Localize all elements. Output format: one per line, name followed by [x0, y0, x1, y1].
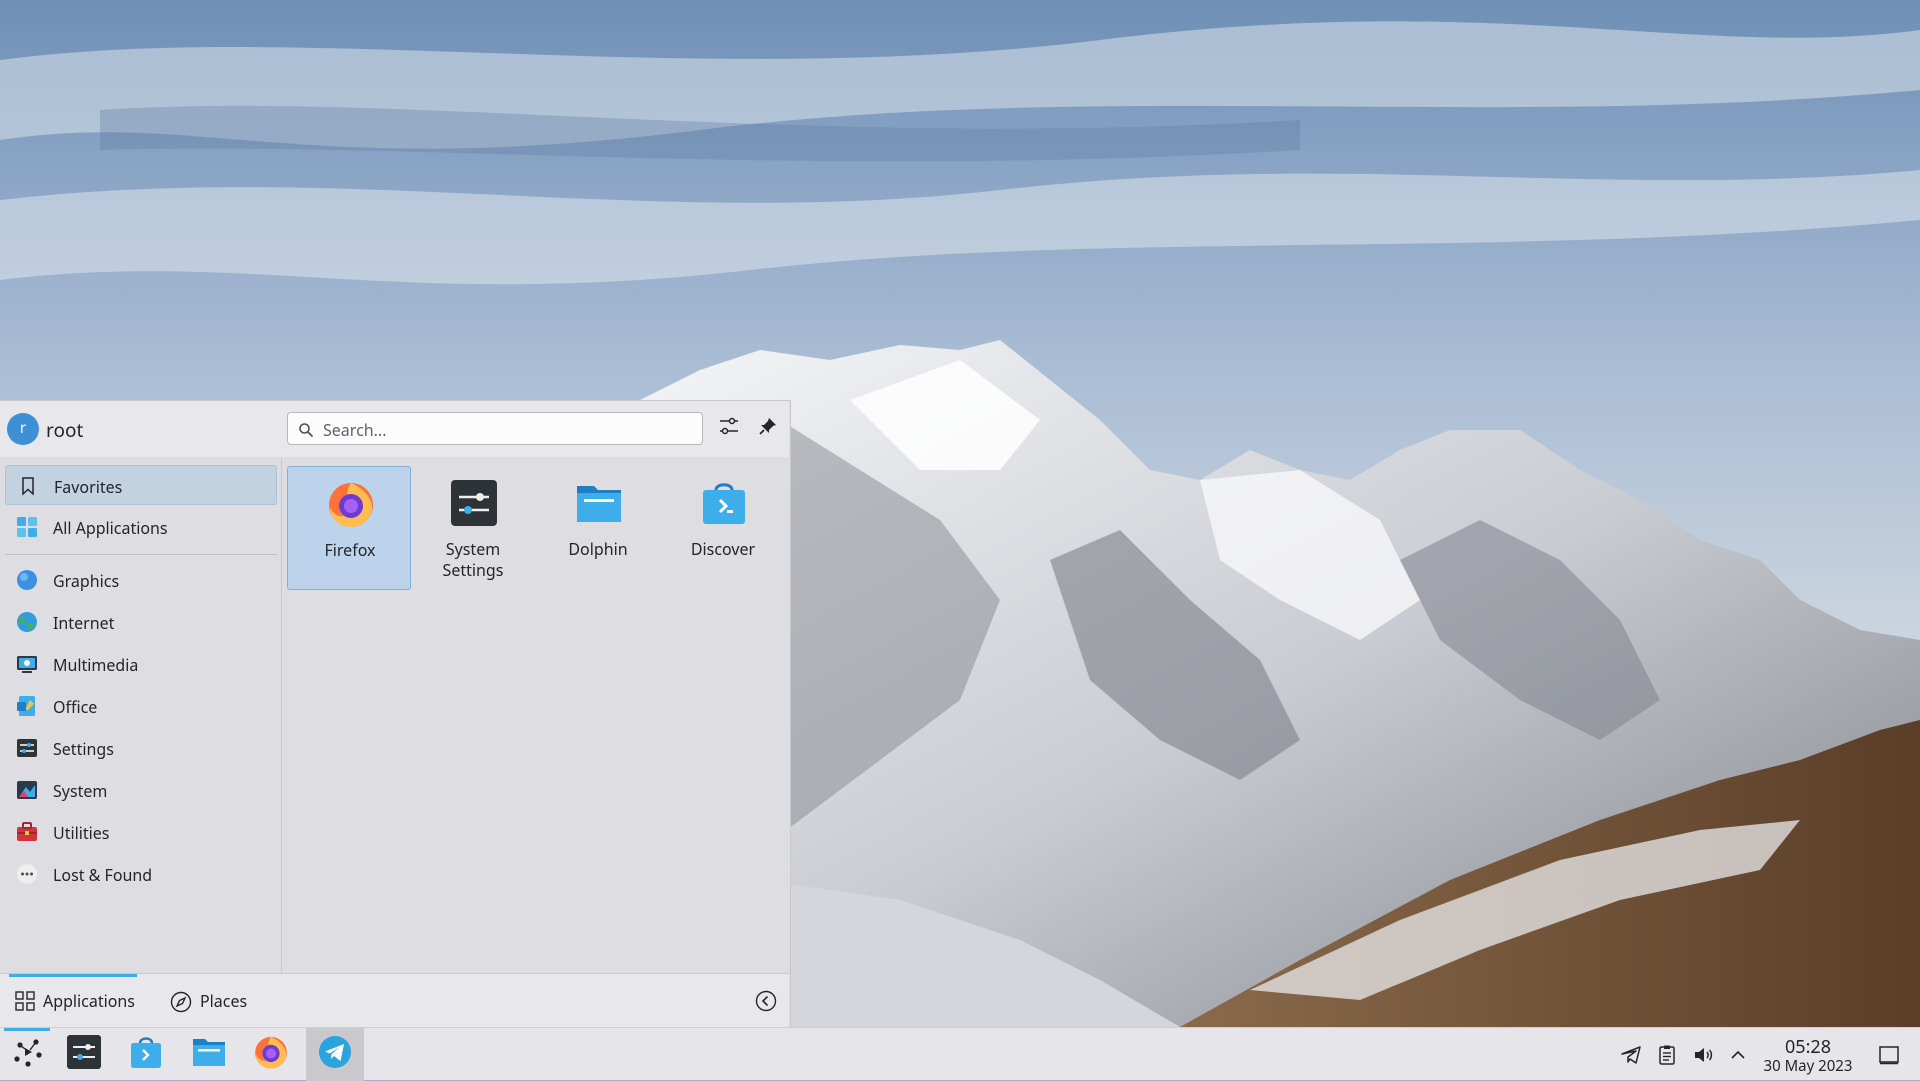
application-launcher-icon	[11, 1035, 45, 1074]
sidebar-item-label: Utilities	[53, 822, 110, 844]
tab-label: Applications	[43, 990, 135, 1012]
configure-icon	[718, 415, 740, 442]
application-launcher-menu: r root Favorites All Applications	[0, 400, 791, 1027]
tab-places[interactable]: Places	[167, 974, 267, 1027]
sidebar-item-label: Office	[53, 696, 98, 718]
lost-found-icon	[16, 863, 38, 885]
pin-button[interactable]	[753, 413, 783, 443]
system-settings-icon	[66, 1034, 102, 1075]
configure-button[interactable]	[714, 413, 744, 443]
user-name: root	[46, 417, 84, 443]
sidebar-item-graphics[interactable]: Graphics	[5, 560, 277, 600]
app-label: Firefox	[324, 539, 376, 561]
sidebar-item-office[interactable]: Office	[5, 686, 277, 726]
category-sidebar: Favorites All Applications Graphics Inte…	[0, 458, 282, 974]
taskbar-discover[interactable]	[118, 1028, 174, 1081]
search-field[interactable]	[287, 412, 703, 445]
firefox-icon	[253, 1034, 289, 1075]
search-icon	[298, 421, 314, 443]
bookmark-icon	[17, 475, 39, 497]
taskbar-firefox[interactable]	[243, 1028, 299, 1081]
discover-icon	[128, 1034, 164, 1075]
tab-label: Places	[200, 990, 248, 1012]
telegram-tray-icon[interactable]	[1620, 1044, 1642, 1066]
sidebar-item-multimedia[interactable]: Multimedia	[5, 644, 277, 684]
internet-globe-icon	[16, 611, 38, 633]
telegram-icon	[318, 1035, 352, 1074]
app-label: Dolphin	[568, 538, 628, 560]
app-label: Discover	[690, 538, 756, 560]
app-tile-discover[interactable]: Discover	[661, 466, 785, 590]
sidebar-item-settings[interactable]: Settings	[5, 728, 277, 768]
taskbar-panel: 05:28 30 May 2023	[0, 1027, 1920, 1081]
sidebar-item-utilities[interactable]: Utilities	[5, 812, 277, 852]
sidebar-item-lost-found[interactable]: Lost & Found	[5, 854, 277, 894]
office-icon	[16, 695, 38, 717]
launcher-active-indicator	[4, 1028, 50, 1031]
clipboard-icon[interactable]	[1656, 1044, 1678, 1066]
volume-icon[interactable]	[1692, 1044, 1714, 1066]
settings-icon	[16, 737, 38, 759]
sidebar-item-favorites[interactable]: Favorites	[5, 465, 277, 505]
dolphin-folder-icon	[191, 1034, 227, 1075]
sidebar-item-system[interactable]: System	[5, 770, 277, 810]
active-tab-indicator	[9, 974, 137, 977]
sidebar-divider	[5, 554, 277, 555]
taskbar-telegram[interactable]	[306, 1028, 364, 1081]
dolphin-folder-icon	[574, 478, 624, 528]
app-tile-dolphin[interactable]: Dolphin	[536, 466, 660, 590]
sidebar-item-internet[interactable]: Internet	[5, 602, 277, 642]
chevron-circle-left-icon	[754, 990, 778, 1018]
firefox-icon	[326, 479, 376, 529]
launcher-footer: Applications Places	[0, 973, 789, 1027]
search-input[interactable]	[321, 416, 695, 443]
clock-date[interactable]: 30 May 2023	[1756, 1056, 1860, 1076]
app-tile-firefox[interactable]: Firefox	[287, 466, 411, 590]
sidebar-item-label: Multimedia	[53, 654, 139, 676]
tray-expand-arrow-icon[interactable]	[1727, 1044, 1749, 1066]
sidebar-item-label: Internet	[53, 612, 115, 634]
system-settings-icon	[449, 478, 499, 528]
sidebar-item-label: System	[53, 780, 108, 802]
app-grid-icon	[16, 516, 38, 538]
show-desktop-icon[interactable]	[1878, 1044, 1900, 1066]
discover-icon	[699, 478, 749, 528]
sidebar-item-label: Settings	[53, 738, 114, 760]
utilities-icon	[16, 821, 38, 843]
favorites-grid: Firefox System Settings Dolphin Discover	[286, 458, 786, 974]
tab-applications[interactable]: Applications	[9, 974, 137, 1027]
app-label: System Settings	[442, 538, 504, 581]
pin-icon	[758, 416, 778, 441]
application-launcher-button[interactable]	[0, 1028, 56, 1081]
compass-icon	[170, 991, 192, 1018]
sidebar-item-label: Favorites	[54, 476, 123, 498]
app-tile-system-settings[interactable]: System Settings	[411, 466, 535, 590]
multimedia-icon	[16, 653, 38, 675]
power-options-toggle[interactable]	[754, 989, 778, 1013]
avatar[interactable]: r	[7, 413, 39, 445]
taskbar-dolphin[interactable]	[181, 1028, 237, 1081]
sidebar-item-label: Graphics	[53, 570, 120, 592]
taskbar-system-settings[interactable]	[56, 1028, 112, 1081]
sidebar-item-all-applications[interactable]: All Applications	[5, 507, 277, 547]
graphics-icon	[16, 569, 38, 591]
system-icon	[16, 779, 38, 801]
sidebar-item-label: All Applications	[53, 517, 168, 539]
applications-grid-icon	[15, 991, 35, 1016]
sidebar-item-label: Lost & Found	[53, 864, 153, 886]
launcher-header: r root	[0, 401, 789, 457]
